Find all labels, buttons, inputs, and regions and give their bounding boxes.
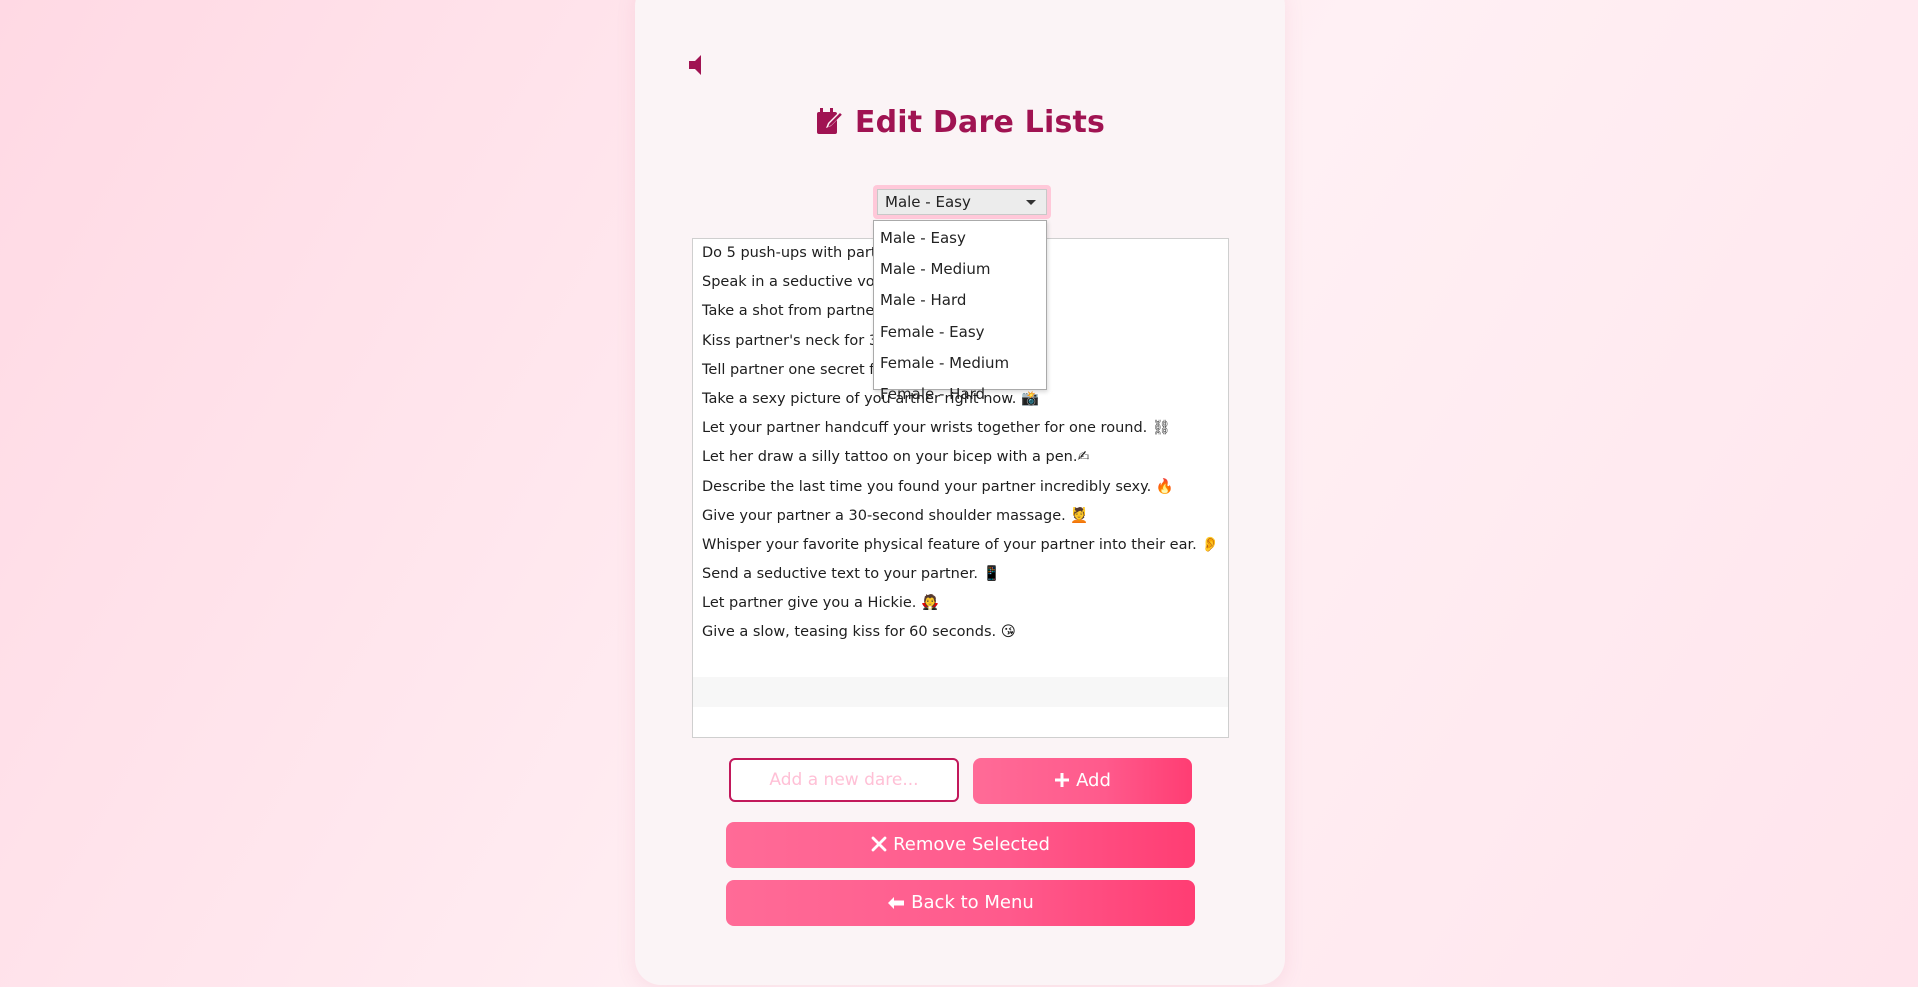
caret-down-icon: [1026, 200, 1036, 205]
option-female-medium[interactable]: Female - Medium: [874, 349, 1046, 380]
list-item[interactable]: Give a slow, teasing kiss for 60 seconds…: [693, 618, 1228, 647]
category-select[interactable]: Male - Easy: [877, 189, 1047, 215]
option-female-hard[interactable]: Female - Hard: [874, 380, 1046, 411]
edit-dares-card: Edit Dare Lists Male - Easy Do 5 push-up…: [635, 0, 1285, 985]
list-item[interactable]: Describe the last time you found your pa…: [693, 473, 1228, 502]
list-item[interactable]: Whisper your favorite physical feature o…: [693, 531, 1228, 560]
x-icon: [871, 836, 887, 852]
page-title: Edit Dare Lists: [635, 105, 1285, 140]
arrow-left-icon: [888, 897, 905, 909]
empty-list-row[interactable]: [693, 677, 1228, 707]
list-item[interactable]: Let your partner handcuff your wrists to…: [693, 414, 1228, 443]
back-button-label: Back to Menu: [911, 892, 1034, 913]
back-to-menu-button[interactable]: Back to Menu: [726, 880, 1195, 926]
list-item[interactable]: Let her draw a silly tattoo on your bice…: [693, 443, 1228, 472]
option-female-easy[interactable]: Female - Easy: [874, 318, 1046, 349]
remove-button-label: Remove Selected: [893, 834, 1050, 855]
category-select-value: Male - Easy: [885, 193, 971, 211]
list-item[interactable]: Let partner give you a Hickie. 🧛: [693, 589, 1228, 618]
volume-icon[interactable]: [685, 52, 711, 78]
list-item[interactable]: Give your partner a 30-second shoulder m…: [693, 502, 1228, 531]
plus-icon: [1055, 773, 1070, 787]
option-male-medium[interactable]: Male - Medium: [874, 255, 1046, 286]
edit-note-icon: [816, 108, 843, 134]
add-button[interactable]: Add: [973, 758, 1192, 804]
option-male-easy[interactable]: Male - Easy: [874, 224, 1046, 255]
list-item[interactable]: Send a seductive text to your partner. 📱: [693, 560, 1228, 589]
add-button-label: Add: [1076, 770, 1111, 791]
category-select-wrapper: Male - Easy: [873, 185, 1051, 219]
new-dare-input[interactable]: [729, 758, 959, 802]
title-text: Edit Dare Lists: [854, 105, 1106, 140]
category-dropdown-menu: Male - Easy Male - Medium Male - Hard Fe…: [873, 220, 1047, 403]
option-male-hard[interactable]: Male - Hard: [874, 286, 1046, 317]
remove-selected-button[interactable]: Remove Selected: [726, 822, 1195, 868]
